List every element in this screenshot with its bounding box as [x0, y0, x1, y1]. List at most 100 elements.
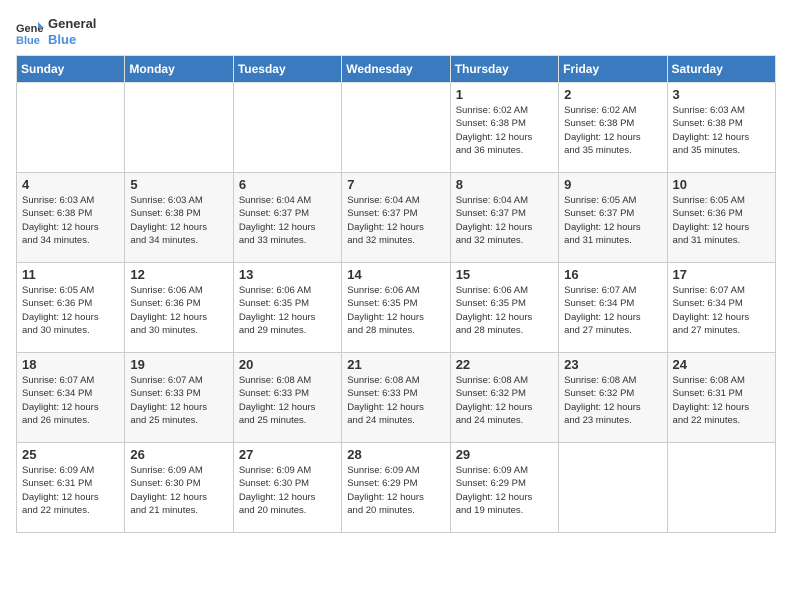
column-header-sunday: Sunday [17, 56, 125, 83]
day-info: Sunrise: 6:03 AMSunset: 6:38 PMDaylight:… [22, 194, 119, 247]
day-info: Sunrise: 6:04 AMSunset: 6:37 PMDaylight:… [347, 194, 444, 247]
calendar-cell: 19 Sunrise: 6:07 AMSunset: 6:33 PMDayligh… [125, 353, 233, 443]
day-info: Sunrise: 6:03 AMSunset: 6:38 PMDaylight:… [130, 194, 227, 247]
day-info: Sunrise: 6:07 AMSunset: 6:34 PMDaylight:… [564, 284, 661, 337]
day-info: Sunrise: 6:04 AMSunset: 6:37 PMDaylight:… [456, 194, 553, 247]
day-number: 7 [347, 177, 444, 192]
day-info: Sunrise: 6:09 AMSunset: 6:31 PMDaylight:… [22, 464, 119, 517]
day-info: Sunrise: 6:06 AMSunset: 6:35 PMDaylight:… [456, 284, 553, 337]
day-info: Sunrise: 6:09 AMSunset: 6:29 PMDaylight:… [347, 464, 444, 517]
calendar-cell: 26 Sunrise: 6:09 AMSunset: 6:30 PMDayligh… [125, 443, 233, 533]
day-number: 8 [456, 177, 553, 192]
calendar-cell: 25 Sunrise: 6:09 AMSunset: 6:31 PMDayligh… [17, 443, 125, 533]
calendar-cell: 3 Sunrise: 6:03 AMSunset: 6:38 PMDaylight… [667, 83, 775, 173]
calendar-cell: 28Sunrise: 6:09 AMSunset: 6:29 PMDayligh… [342, 443, 450, 533]
day-number: 10 [673, 177, 770, 192]
day-number: 2 [564, 87, 661, 102]
day-info: Sunrise: 6:09 AMSunset: 6:29 PMDaylight:… [456, 464, 553, 517]
day-number: 18 [22, 357, 119, 372]
day-number: 20 [239, 357, 336, 372]
day-number: 5 [130, 177, 227, 192]
calendar-cell: 20 Sunrise: 6:08 AMSunset: 6:33 PMDayligh… [233, 353, 341, 443]
calendar-cell: 10 Sunrise: 6:05 AMSunset: 6:36 PMDayligh… [667, 173, 775, 263]
calendar-week-row: 18 Sunrise: 6:07 AMSunset: 6:34 PMDayligh… [17, 353, 776, 443]
calendar-cell: 27Sunrise: 6:09 AMSunset: 6:30 PMDayligh… [233, 443, 341, 533]
day-number: 15 [456, 267, 553, 282]
page-header: General Blue General Blue [16, 16, 776, 47]
calendar-cell: 7 Sunrise: 6:04 AMSunset: 6:37 PMDaylight… [342, 173, 450, 263]
day-info: Sunrise: 6:05 AMSunset: 6:36 PMDaylight:… [22, 284, 119, 337]
day-info: Sunrise: 6:07 AMSunset: 6:34 PMDaylight:… [22, 374, 119, 427]
column-header-thursday: Thursday [450, 56, 558, 83]
day-number: 11 [22, 267, 119, 282]
day-number: 24 [673, 357, 770, 372]
day-number: 16 [564, 267, 661, 282]
calendar-cell: 1 Sunrise: 6:02 AMSunset: 6:38 PMDaylight… [450, 83, 558, 173]
day-number: 1 [456, 87, 553, 102]
day-info: Sunrise: 6:02 AMSunset: 6:38 PMDaylight:… [456, 104, 553, 157]
calendar-cell [125, 83, 233, 173]
day-number: 29 [456, 447, 553, 462]
day-info: Sunrise: 6:04 AMSunset: 6:37 PMDaylight:… [239, 194, 336, 247]
day-info: Sunrise: 6:07 AMSunset: 6:33 PMDaylight:… [130, 374, 227, 427]
calendar-cell [342, 83, 450, 173]
day-info: Sunrise: 6:08 AMSunset: 6:33 PMDaylight:… [239, 374, 336, 427]
calendar-week-row: 11 Sunrise: 6:05 AMSunset: 6:36 PMDayligh… [17, 263, 776, 353]
day-number: 4 [22, 177, 119, 192]
calendar-week-row: 4 Sunrise: 6:03 AMSunset: 6:38 PMDaylight… [17, 173, 776, 263]
day-info: Sunrise: 6:02 AMSunset: 6:38 PMDaylight:… [564, 104, 661, 157]
calendar-cell: 17 Sunrise: 6:07 AMSunset: 6:34 PMDayligh… [667, 263, 775, 353]
calendar-cell: 29 Sunrise: 6:09 AMSunset: 6:29 PMDayligh… [450, 443, 558, 533]
day-info: Sunrise: 6:08 AMSunset: 6:32 PMDaylight:… [564, 374, 661, 427]
logo-icon: General Blue [16, 18, 44, 46]
calendar-table: SundayMondayTuesdayWednesdayThursdayFrid… [16, 55, 776, 533]
column-header-tuesday: Tuesday [233, 56, 341, 83]
calendar-cell: 4 Sunrise: 6:03 AMSunset: 6:38 PMDaylight… [17, 173, 125, 263]
day-info: Sunrise: 6:05 AMSunset: 6:37 PMDaylight:… [564, 194, 661, 247]
day-info: Sunrise: 6:09 AMSunset: 6:30 PMDaylight:… [239, 464, 336, 517]
calendar-cell [559, 443, 667, 533]
calendar-cell: 15 Sunrise: 6:06 AMSunset: 6:35 PMDayligh… [450, 263, 558, 353]
calendar-cell [667, 443, 775, 533]
calendar-cell [233, 83, 341, 173]
day-info: Sunrise: 6:08 AMSunset: 6:31 PMDaylight:… [673, 374, 770, 427]
day-number: 14 [347, 267, 444, 282]
calendar-cell: 6 Sunrise: 6:04 AMSunset: 6:37 PMDaylight… [233, 173, 341, 263]
day-number: 17 [673, 267, 770, 282]
calendar-cell: 18 Sunrise: 6:07 AMSunset: 6:34 PMDayligh… [17, 353, 125, 443]
logo-general: General [48, 16, 96, 32]
column-header-friday: Friday [559, 56, 667, 83]
calendar-cell: 22Sunrise: 6:08 AMSunset: 6:32 PMDayligh… [450, 353, 558, 443]
calendar-cell [17, 83, 125, 173]
svg-text:Blue: Blue [16, 35, 40, 46]
calendar-header-row: SundayMondayTuesdayWednesdayThursdayFrid… [17, 56, 776, 83]
calendar-week-row: 25 Sunrise: 6:09 AMSunset: 6:31 PMDayligh… [17, 443, 776, 533]
calendar-cell: 8 Sunrise: 6:04 AMSunset: 6:37 PMDaylight… [450, 173, 558, 263]
column-header-monday: Monday [125, 56, 233, 83]
column-header-saturday: Saturday [667, 56, 775, 83]
calendar-cell: 2 Sunrise: 6:02 AMSunset: 6:38 PMDaylight… [559, 83, 667, 173]
day-info: Sunrise: 6:06 AMSunset: 6:35 PMDaylight:… [347, 284, 444, 337]
calendar-cell: 12Sunrise: 6:06 AMSunset: 6:36 PMDayligh… [125, 263, 233, 353]
calendar-cell: 14 Sunrise: 6:06 AMSunset: 6:35 PMDayligh… [342, 263, 450, 353]
day-info: Sunrise: 6:06 AMSunset: 6:35 PMDaylight:… [239, 284, 336, 337]
column-header-wednesday: Wednesday [342, 56, 450, 83]
day-info: Sunrise: 6:07 AMSunset: 6:34 PMDaylight:… [673, 284, 770, 337]
logo-blue: Blue [48, 32, 96, 48]
day-number: 3 [673, 87, 770, 102]
day-info: Sunrise: 6:03 AMSunset: 6:38 PMDaylight:… [673, 104, 770, 157]
day-number: 21 [347, 357, 444, 372]
day-number: 13 [239, 267, 336, 282]
calendar-cell: 13 Sunrise: 6:06 AMSunset: 6:35 PMDayligh… [233, 263, 341, 353]
day-number: 19 [130, 357, 227, 372]
day-info: Sunrise: 6:08 AMSunset: 6:33 PMDaylight:… [347, 374, 444, 427]
day-info: Sunrise: 6:09 AMSunset: 6:30 PMDaylight:… [130, 464, 227, 517]
day-number: 23 [564, 357, 661, 372]
day-number: 6 [239, 177, 336, 192]
calendar-cell: 24 Sunrise: 6:08 AMSunset: 6:31 PMDayligh… [667, 353, 775, 443]
day-info: Sunrise: 6:05 AMSunset: 6:36 PMDaylight:… [673, 194, 770, 247]
calendar-cell: 23 Sunrise: 6:08 AMSunset: 6:32 PMDayligh… [559, 353, 667, 443]
day-number: 26 [130, 447, 227, 462]
day-info: Sunrise: 6:08 AMSunset: 6:32 PMDaylight:… [456, 374, 553, 427]
day-number: 25 [22, 447, 119, 462]
